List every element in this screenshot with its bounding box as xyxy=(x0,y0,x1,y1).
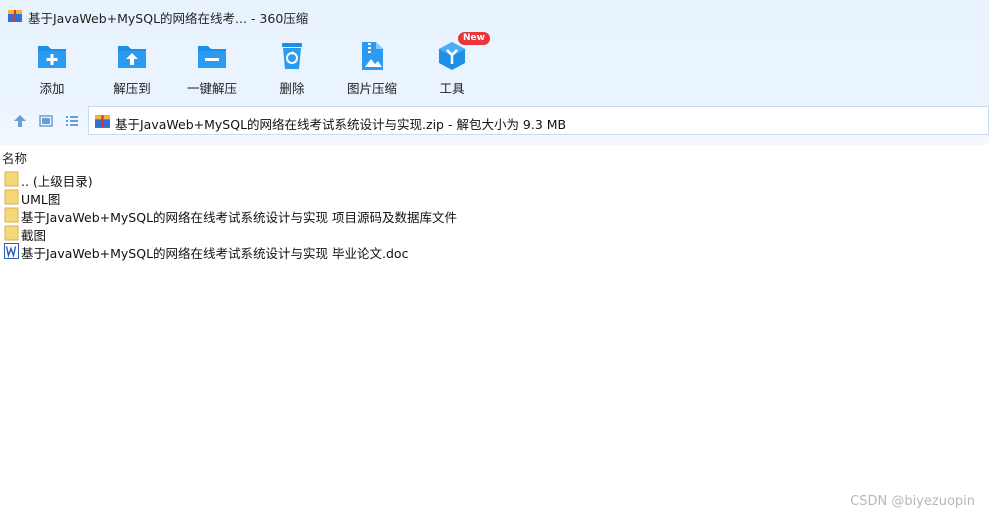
add-label: 添加 xyxy=(39,81,65,96)
column-header-name[interactable]: 名称 xyxy=(2,148,27,167)
toolbar: 添加 解压到 一键解压 删除 图片压缩 New 工具 xyxy=(0,32,989,98)
recycle-bin-icon xyxy=(282,43,302,69)
image-compress-label: 图片压缩 xyxy=(346,81,397,96)
one-click-folder-icon xyxy=(198,46,226,68)
extract-folder-icon xyxy=(118,46,146,68)
folder-icon xyxy=(4,207,19,223)
folder-icon xyxy=(4,225,19,241)
folder-icon xyxy=(4,171,19,187)
list-item[interactable]: 基于JavaWeb+MySQL的网络在线考试系统设计与实现 项目源码及数据库文件 xyxy=(4,206,604,225)
up-arrow-icon[interactable] xyxy=(12,113,28,129)
list-item[interactable]: 截图 xyxy=(4,224,604,243)
tools-label: 工具 xyxy=(439,81,465,96)
archive-icon xyxy=(8,10,22,22)
archive-path: 基于JavaWeb+MySQL的网络在线考试系统设计与实现.zip - 解包大小… xyxy=(115,117,567,132)
word-doc-icon xyxy=(4,243,19,259)
title-bar: 基于JavaWeb+MySQL的网络在线考... - 360压缩 xyxy=(0,0,989,32)
add-folder-icon xyxy=(38,46,66,68)
list-item[interactable]: 基于JavaWeb+MySQL的网络在线考试系统设计与实现 毕业论文.doc xyxy=(4,242,604,261)
tools-button[interactable]: New 工具 xyxy=(416,32,490,96)
image-zip-icon xyxy=(362,42,383,70)
delete-button[interactable]: 删除 xyxy=(256,34,328,96)
window-title: 基于JavaWeb+MySQL的网络在线考... - 360压缩 xyxy=(28,11,309,26)
address-row: 基于JavaWeb+MySQL的网络在线考试系统设计与实现.zip - 解包大小… xyxy=(0,106,989,136)
thumbnail-view-icon[interactable] xyxy=(38,113,54,129)
folder-icon xyxy=(4,189,19,205)
app-window: 基于JavaWeb+MySQL的网络在线考... - 360压缩 添加 解压到 … xyxy=(0,0,989,517)
image-compress-button[interactable]: 图片压缩 xyxy=(336,34,408,96)
list-item[interactable]: .. (上级目录) xyxy=(4,170,604,189)
new-badge: New xyxy=(458,32,490,45)
archive-icon xyxy=(95,115,110,128)
extract-to-button[interactable]: 解压到 xyxy=(96,34,168,96)
list-view-icon[interactable] xyxy=(64,113,80,129)
one-click-extract-button[interactable]: 一键解压 xyxy=(176,34,248,96)
one-click-extract-label: 一键解压 xyxy=(186,81,237,96)
extract-to-label: 解压到 xyxy=(113,81,151,96)
add-button[interactable]: 添加 xyxy=(16,34,88,96)
delete-label: 删除 xyxy=(279,81,305,96)
file-name: 基于JavaWeb+MySQL的网络在线考试系统设计与实现 毕业论文.doc xyxy=(21,246,409,261)
top-area: 基于JavaWeb+MySQL的网络在线考... - 360压缩 添加 解压到 … xyxy=(0,0,989,145)
list-item[interactable]: UML图 xyxy=(4,188,604,207)
file-list: 名称 .. (上级目录) UML图 基于JavaWeb+MySQL的网络在线考试… xyxy=(0,145,989,517)
address-bar[interactable]: 基于JavaWeb+MySQL的网络在线考试系统设计与实现.zip - 解包大小… xyxy=(88,106,989,135)
watermark: CSDN @biyezuopin xyxy=(850,494,975,509)
